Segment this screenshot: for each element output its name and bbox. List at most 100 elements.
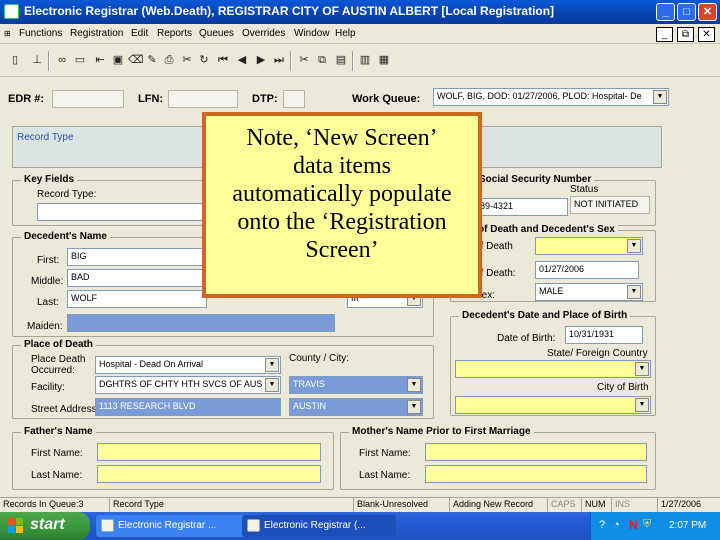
start-button[interactable]: start [0, 512, 90, 540]
decedent-first-name-field[interactable]: BIG [67, 248, 207, 266]
print-icon[interactable]: ⎙ [162, 53, 176, 68]
place-death-occurred-select[interactable]: Hospital - Dead On Arrival ▼ [95, 356, 281, 374]
mother-first-name-field[interactable] [425, 443, 647, 461]
notes-icon[interactable]: ▦ [377, 53, 391, 68]
paste-icon[interactable]: ▤ [334, 53, 348, 68]
status-record-type: Record Type [110, 498, 354, 512]
doc-close-button[interactable]: ✕ [698, 27, 715, 42]
maximize-button[interactable]: □ [677, 3, 696, 21]
menu-edit[interactable]: Edit [131, 28, 148, 39]
window-title: Electronic Registrar (Web.Death), REGIST… [24, 4, 555, 18]
father-last-name-label: Last Name: [31, 470, 83, 481]
county-value: TRAVIS [293, 379, 325, 389]
birth-state-select[interactable]: ▼ [455, 360, 651, 378]
doc-restore-button[interactable]: ⧉ [677, 27, 694, 42]
type-of-death-select[interactable]: ▼ [535, 237, 643, 255]
ssn-field[interactable]: 89-4321 [476, 198, 568, 216]
father-name-title: Father's Name [21, 426, 96, 437]
binoculars-icon[interactable]: ∞ [55, 53, 69, 68]
dtp-label: DTP: [252, 93, 278, 105]
facility-select[interactable]: DGHTRS OF CHTY HTH SVCS OF AUS ▼ [95, 376, 281, 394]
work-queue-select[interactable]: WOLF, BIG, DOD: 01/27/2006, PLOD: Hospit… [433, 88, 669, 106]
date-of-birth-field[interactable]: 10/31/1931 [565, 326, 643, 344]
cut-icon[interactable]: ✂ [297, 53, 311, 68]
chevron-down-icon[interactable]: ▼ [635, 398, 649, 412]
first-name-label: First: [37, 255, 60, 266]
new-record-icon[interactable]: ▯ [8, 53, 22, 68]
mother-last-name-field[interactable] [425, 465, 647, 483]
sex-value: MALE [539, 286, 564, 296]
street-address-field[interactable]: 1113 RESEARCH BLVD [95, 398, 281, 416]
taskbar-item-label: Electronic Registrar ... [118, 520, 217, 531]
decedent-last-name-field[interactable]: WOLF [67, 290, 207, 308]
edr-number-field[interactable] [52, 90, 124, 108]
edit-pencil-icon[interactable]: ✎ [145, 53, 159, 68]
taskbar-item-registrar-1[interactable]: Electronic Registrar ... [96, 515, 246, 537]
menu-reports[interactable]: Reports [157, 28, 192, 39]
clear-icon[interactable]: ⌫ [128, 53, 144, 68]
copy-icon[interactable]: ⧉ [315, 53, 329, 68]
menu-overrides[interactable]: Overrides [242, 28, 285, 39]
menu-help[interactable]: Help [335, 28, 356, 39]
dtp-field[interactable] [283, 90, 305, 108]
menu-functions[interactable]: Functions [19, 28, 62, 39]
sex-select[interactable]: MALE ▼ [535, 283, 643, 301]
chevron-down-icon[interactable]: ▼ [635, 362, 649, 376]
last-record-icon[interactable]: ⏭ [272, 53, 286, 68]
system-menu-icon[interactable]: ⊞ [4, 29, 11, 38]
help-book-icon[interactable]: ▥ [358, 53, 372, 68]
place-of-death-group: Place of Death Place Death Occurred: Hos… [12, 339, 434, 419]
middle-name-label: Middle: [31, 276, 64, 287]
norton-icon[interactable]: N [629, 518, 638, 532]
city-value: AUSTIN [293, 401, 327, 411]
close-button[interactable]: ✕ [698, 3, 717, 21]
menu-window[interactable]: Window [294, 28, 330, 39]
next-record-icon[interactable]: ▶ [254, 53, 268, 68]
father-first-name-field[interactable] [97, 443, 321, 461]
open-folder-icon[interactable]: ▭ [73, 53, 87, 68]
city-of-birth-select[interactable]: ▼ [455, 396, 651, 414]
toolbar-separator [48, 51, 50, 71]
facility-label: Facility: [31, 382, 65, 393]
clock[interactable]: 2:07 PM [669, 520, 706, 531]
date-of-death-field[interactable]: 01/27/2006 [535, 261, 639, 279]
refresh-icon[interactable]: ↻ [197, 53, 211, 68]
exit-icon[interactable]: ⇤ [93, 53, 107, 68]
tools-icon[interactable]: ✂ [180, 53, 194, 68]
mother-name-title: Mother's Name Prior to First Marriage [349, 426, 534, 437]
menu-registration[interactable]: Registration [70, 28, 123, 39]
chevron-down-icon[interactable]: ▼ [627, 239, 641, 253]
maiden-name-field[interactable] [67, 314, 335, 332]
doc-minimize-button[interactable]: _ [656, 27, 673, 42]
status-num: NUM [582, 498, 612, 512]
chevron-down-icon[interactable]: ▼ [265, 378, 279, 392]
toolbar-separator [352, 51, 354, 71]
status-queue-count: Records In Queue:3 [0, 498, 110, 512]
chevron-down-icon[interactable]: ▼ [653, 90, 667, 104]
taskbar-item-label: Electronic Registrar (... [264, 520, 366, 531]
first-record-icon[interactable]: ⏮ [216, 53, 230, 68]
chevron-down-icon[interactable]: ▼ [407, 378, 421, 392]
city-select[interactable]: AUSTIN ▼ [289, 398, 423, 416]
record-type-field[interactable] [37, 203, 217, 221]
network-icon[interactable]: ◔ [613, 519, 620, 531]
previous-record-icon[interactable]: ◀ [235, 53, 249, 68]
pin-icon[interactable]: ⊥ [30, 53, 44, 68]
chevron-down-icon[interactable]: ▼ [627, 285, 641, 299]
taskbar-item-registrar-2[interactable]: Electronic Registrar (... [242, 515, 396, 537]
decedent-middle-name-field[interactable]: BAD [67, 269, 207, 287]
security-shield-icon[interactable]: ⛨ [643, 518, 651, 531]
maiden-name-label: Maiden: [27, 321, 63, 332]
county-select[interactable]: TRAVIS ▼ [289, 376, 423, 394]
father-last-name-field[interactable] [97, 465, 321, 483]
save-icon[interactable]: ▣ [111, 53, 125, 68]
minimize-button[interactable]: _ [656, 3, 675, 21]
status-mode: Adding New Record [450, 498, 548, 512]
menu-queues[interactable]: Queues [199, 28, 234, 39]
callout-line: automatically populate [232, 181, 452, 207]
record-type-label: Record Type: [37, 189, 97, 200]
chevron-down-icon[interactable]: ▼ [265, 358, 279, 372]
lfn-field[interactable] [168, 90, 238, 108]
chevron-down-icon[interactable]: ▼ [407, 400, 421, 414]
help-icon[interactable]: ? [599, 519, 605, 531]
